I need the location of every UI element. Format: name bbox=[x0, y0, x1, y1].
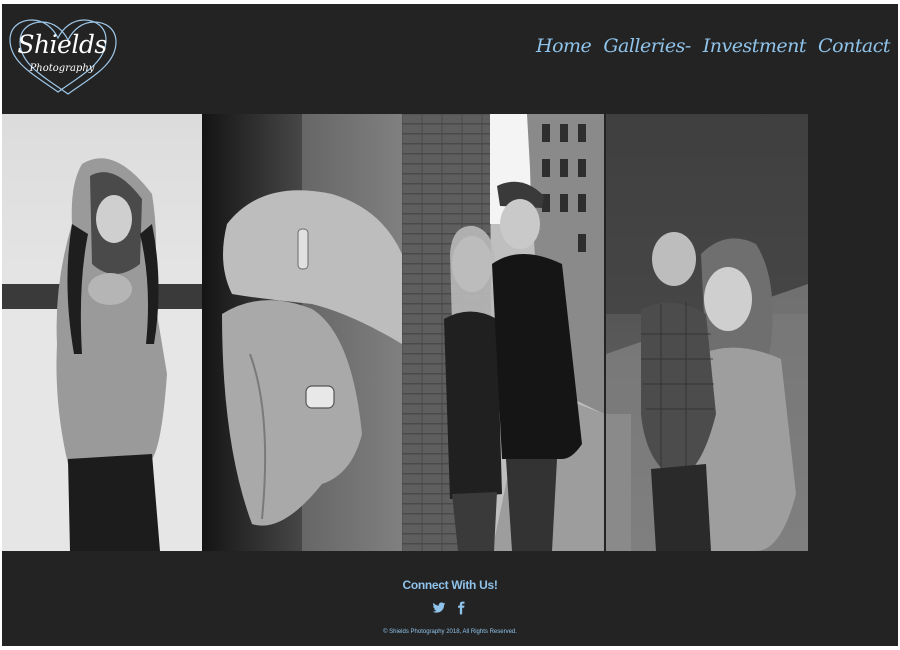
nav-home[interactable]: Home bbox=[536, 35, 592, 57]
main-nav: Home Galleries- Investment Contact bbox=[536, 35, 890, 57]
facebook-icon[interactable] bbox=[454, 601, 468, 615]
couple-brick-wall-photo[interactable] bbox=[402, 114, 604, 551]
nav-contact[interactable]: Contact bbox=[818, 35, 890, 57]
photo-gallery bbox=[2, 114, 808, 551]
page: Shields Photography Home Galleries- Inve… bbox=[2, 4, 898, 646]
social-links bbox=[2, 601, 898, 615]
connect-heading: Connect With Us! bbox=[402, 578, 498, 592]
woman-in-hooded-sweater-snow-photo[interactable] bbox=[2, 114, 202, 551]
mother-and-son-photo[interactable] bbox=[606, 114, 808, 551]
twitter-icon[interactable] bbox=[432, 601, 446, 615]
logo-tagline: Photography bbox=[29, 63, 95, 74]
logo[interactable]: Shields Photography bbox=[6, 18, 118, 98]
engagement-ring-hands-photo[interactable] bbox=[202, 114, 402, 551]
logo-name: Shields bbox=[17, 30, 107, 59]
nav-investment[interactable]: Investment bbox=[703, 35, 807, 57]
nav-galleries[interactable]: Galleries- bbox=[603, 35, 691, 57]
copyright-text: © Shields Photography 2018, All Rights R… bbox=[383, 629, 517, 635]
